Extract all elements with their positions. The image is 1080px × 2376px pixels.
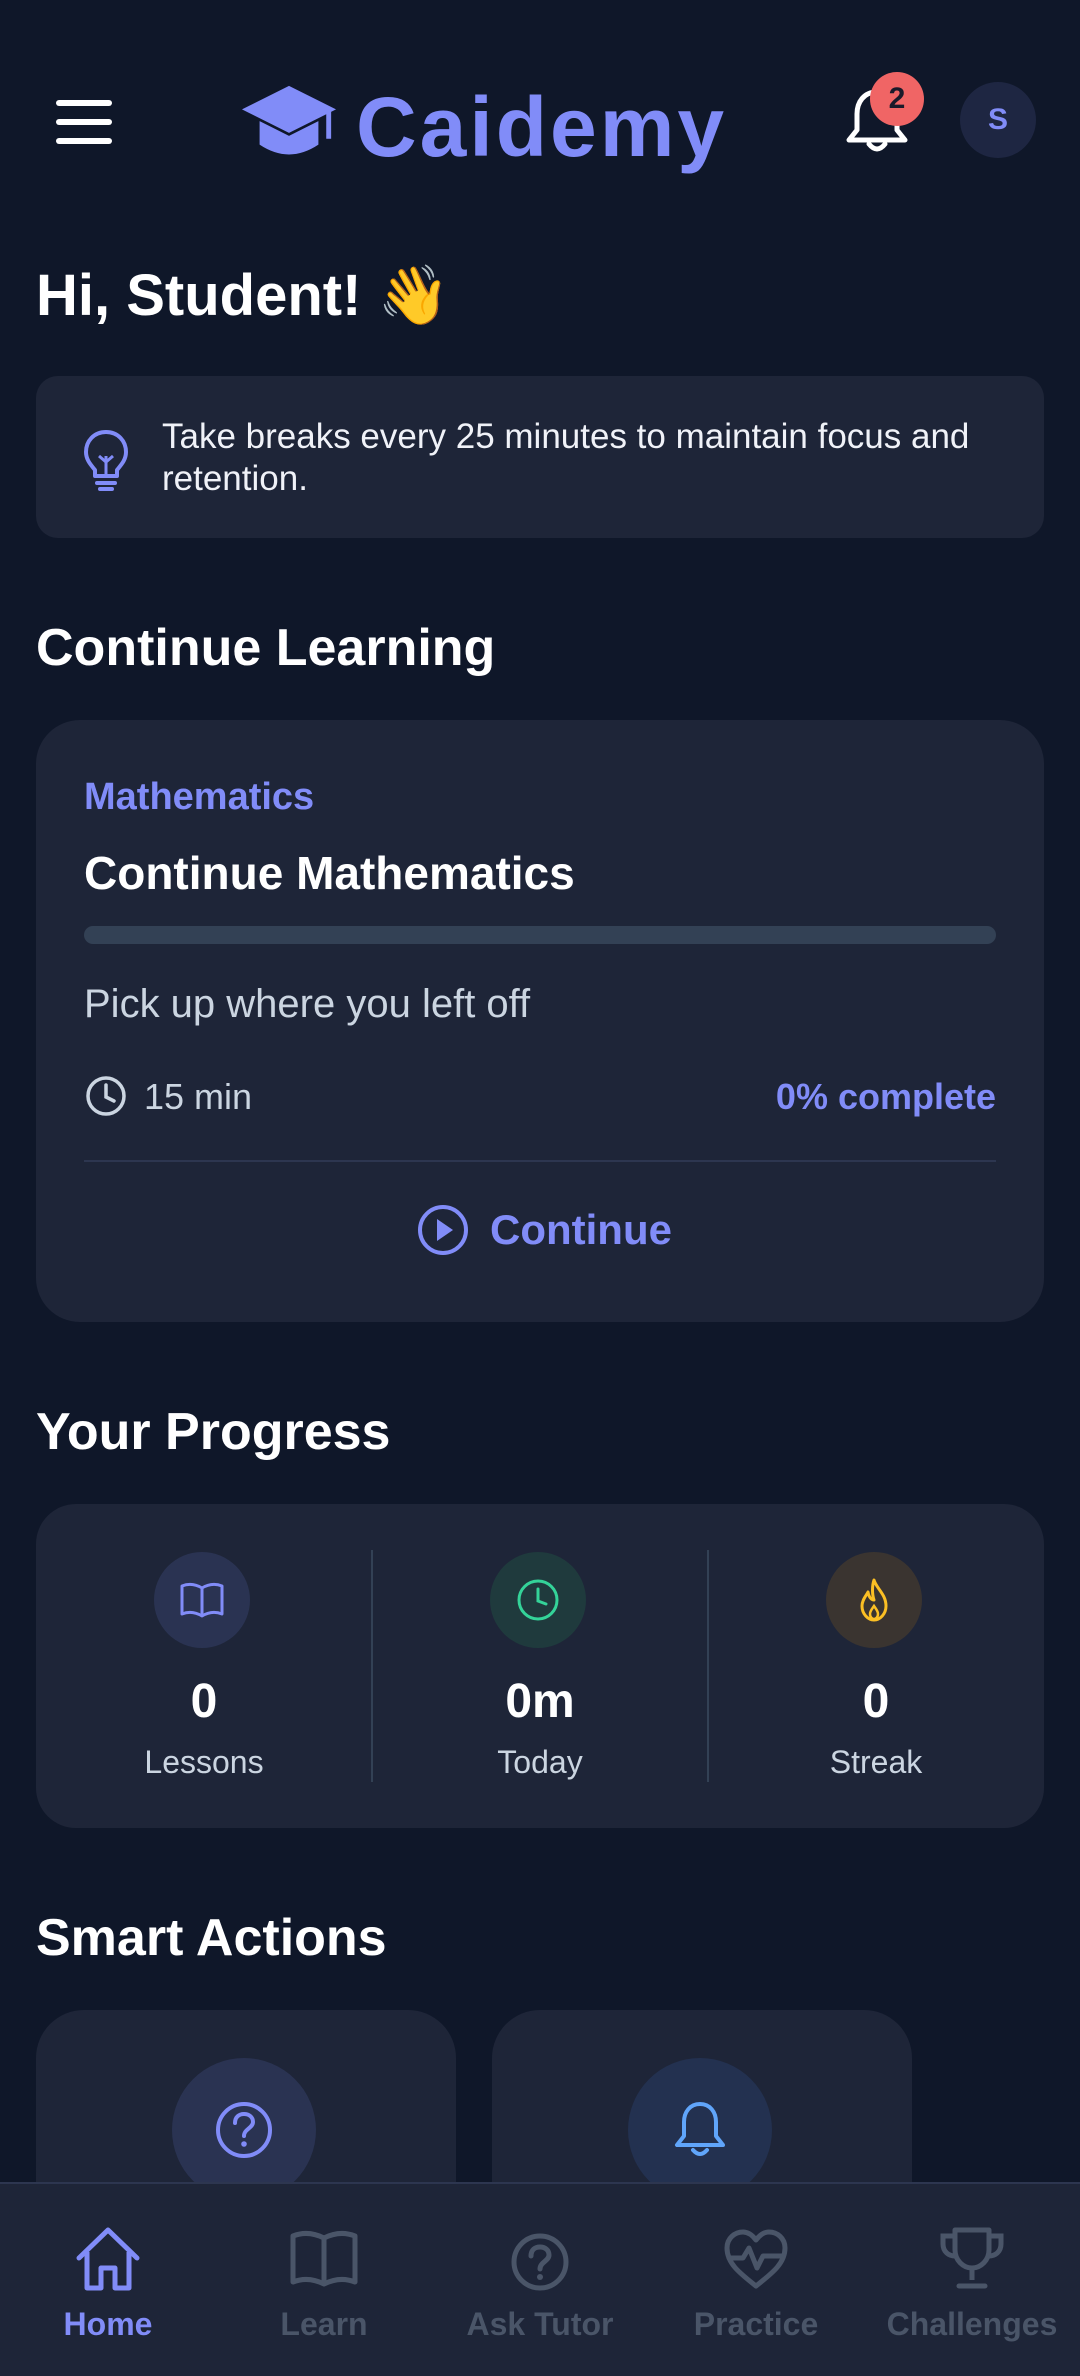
stat-value: 0 (862, 1675, 890, 1728)
course-meta: 15 min 0% complete (84, 1070, 996, 1120)
course-subject: Mathematics (84, 776, 315, 818)
your-progress-heading: Your Progress (36, 1403, 391, 1461)
card-divider (84, 1160, 996, 1162)
continue-button-label: Continue (490, 1206, 672, 1253)
app-logo: Caidemy (240, 72, 727, 182)
continue-learning-heading: Continue Learning (36, 619, 496, 677)
nav-label: Ask Tutor (466, 2306, 614, 2342)
clock-icon (86, 1076, 126, 1116)
action-icon-badge (628, 2058, 772, 2202)
nav-label: Learn (280, 2306, 368, 2342)
bell-icon (675, 2102, 725, 2156)
app-header: Caidemy 2 S (0, 0, 1080, 240)
nav-label: Challenges (886, 2306, 1058, 2342)
nav-challenges[interactable]: Challenges (864, 2184, 1080, 2376)
course-duration: 15 min (144, 1076, 253, 1117)
action-icon-badge (172, 2058, 316, 2202)
book-open-icon (290, 2230, 358, 2287)
notification-count-badge: 2 (870, 72, 924, 126)
heart-pulse-icon (724, 2229, 788, 2289)
lightbulb-icon (84, 430, 128, 491)
stat-label: Lessons (144, 1744, 264, 1780)
flame-icon (860, 1578, 888, 1622)
stat-icon-badge (154, 1552, 250, 1648)
nav-label: Practice (693, 2306, 819, 2342)
nav-home[interactable]: Home (0, 2184, 216, 2376)
stat-today: 0m Today (372, 1504, 708, 1828)
nav-learn[interactable]: Learn (216, 2184, 432, 2376)
home-icon (76, 2227, 140, 2291)
trophy-icon (940, 2227, 1004, 2289)
nav-ask-tutor[interactable]: Ask Tutor (432, 2184, 648, 2376)
progress-stats-card: 0 Lessons 0m Today 0 Streak (36, 1504, 1044, 1828)
menu-button[interactable] (56, 100, 118, 144)
book-icon (180, 1582, 224, 1618)
greeting-heading: Hi, Student! 👋 (36, 263, 450, 328)
bottom-navigation: Home Learn Ask Tutor Practice Challenges (0, 2182, 1080, 2376)
app-name: Caidemy (356, 79, 728, 174)
stat-lessons: 0 Lessons (36, 1504, 372, 1828)
stat-value: 0 (190, 1675, 218, 1728)
stat-label: Today (497, 1744, 583, 1780)
tip-text: Take breaks every 25 minutes to maintain… (162, 417, 970, 498)
course-progress-bar (84, 926, 996, 944)
course-title: Continue Mathematics (84, 847, 575, 899)
graduation-cap-icon (241, 85, 337, 155)
user-avatar[interactable]: S (960, 82, 1036, 158)
play-circle-icon (418, 1205, 468, 1255)
menu-line (56, 138, 112, 144)
course-percent-complete: 0% complete (775, 1076, 996, 1117)
stat-label: Streak (829, 1744, 923, 1780)
continue-learning-card[interactable]: Mathematics Continue Mathematics Pick up… (36, 720, 1044, 1322)
smart-actions-heading: Smart Actions (36, 1909, 387, 1967)
stat-streak: 0 Streak (708, 1504, 1044, 1828)
stat-icon-badge (826, 1552, 922, 1648)
menu-line (56, 100, 112, 106)
menu-line (56, 119, 112, 125)
course-description: Pick up where you left off (84, 982, 531, 1026)
nav-label: Home (63, 2306, 153, 2342)
nav-practice[interactable]: Practice (648, 2184, 864, 2376)
continue-button[interactable]: Continue (416, 1190, 672, 1270)
stat-value: 0m (505, 1675, 575, 1728)
clock-icon (517, 1579, 559, 1621)
study-tip-card: Take breaks every 25 minutes to maintain… (36, 376, 1044, 538)
question-circle-icon (511, 2233, 569, 2291)
stat-icon-badge (490, 1552, 586, 1648)
question-circle-icon (216, 2102, 272, 2158)
